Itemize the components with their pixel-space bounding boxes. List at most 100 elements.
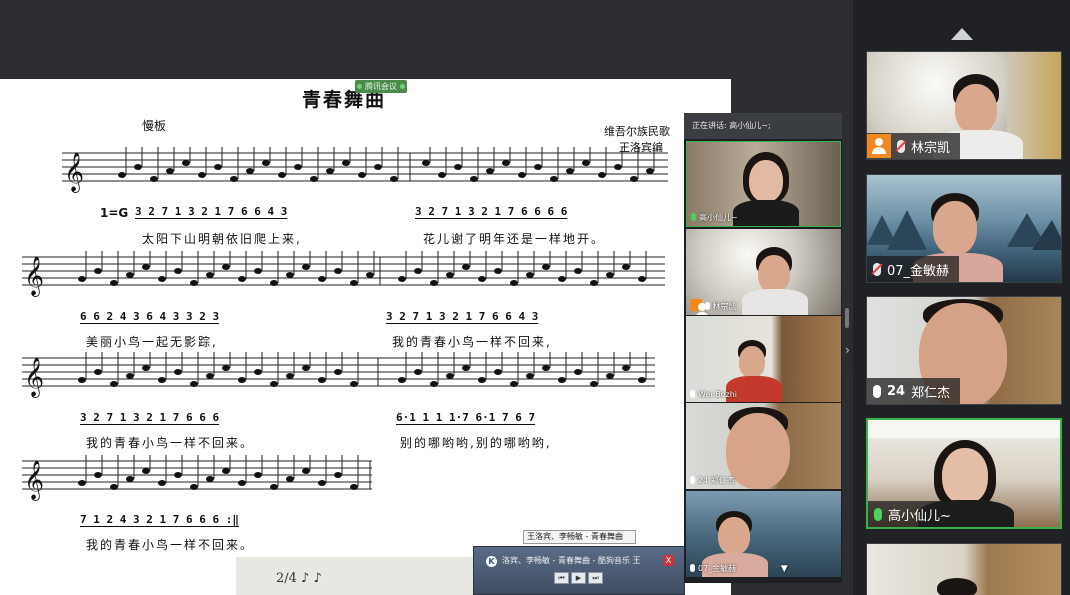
note-head: [78, 480, 86, 486]
meeting-share-tag[interactable]: 腾讯会议: [355, 80, 407, 93]
note-head: [390, 176, 398, 182]
close-icon[interactable]: X: [663, 555, 674, 566]
note-head: [510, 381, 518, 387]
note-head: [182, 160, 190, 166]
note-head: [294, 164, 302, 170]
lyrics-line: 我的青春小鸟一样不回来。: [86, 538, 255, 552]
note-head: [486, 168, 494, 174]
participant-name: 24 郑仁杰: [698, 476, 735, 485]
note-head: [190, 280, 198, 286]
note-head: [254, 472, 262, 478]
note-head: [478, 276, 486, 282]
note-head: [350, 280, 358, 286]
media-player-popup[interactable]: K 洛宾、李畅敏 - 青春舞曲 - 酷狗音乐 王 X ⏮ ▶ ⏭: [473, 546, 685, 595]
jianpu-line: 7 1 2 4 3 2 1 7 6 6 6 :‖: [80, 513, 239, 526]
note-head: [342, 160, 350, 166]
float-video-tile[interactable]: 林宗凯: [686, 229, 841, 315]
note-head: [366, 272, 374, 278]
note-head: [542, 365, 550, 371]
note-head: [142, 365, 150, 371]
treble-clef-icon: 𝄞: [24, 357, 44, 398]
note-head: [430, 381, 438, 387]
note-head: [334, 268, 342, 274]
note-head: [318, 276, 326, 282]
note-head: [270, 484, 278, 490]
video-tile-active-speaker[interactable]: 高小仙儿~: [866, 418, 1062, 529]
note-head: [190, 484, 198, 490]
float-video-tile[interactable]: Wei Bozhi: [686, 316, 841, 402]
note-head: [502, 160, 510, 166]
paper-underneath: 2/4 ♪ ♪: [236, 557, 476, 595]
float-tile-label: 林宗凯: [690, 299, 737, 315]
note-head: [494, 268, 502, 274]
note-head: [646, 168, 654, 174]
note-head: [302, 365, 310, 371]
mic-icon: [690, 390, 695, 398]
note-head: [422, 160, 430, 166]
mic-speaking-icon: [874, 507, 882, 521]
video-tile[interactable]: 07_金敏赫: [866, 174, 1062, 283]
note-head: [614, 164, 622, 170]
note-head: [430, 280, 438, 286]
note-head: [270, 381, 278, 387]
jianpu-line: 3 2 7 1 3 2 1 7 6 6 4 3: [135, 205, 288, 218]
key-signature: 1=G: [100, 206, 129, 220]
note-head: [126, 476, 134, 482]
play-icon[interactable]: ▶: [571, 572, 586, 584]
float-video-tile[interactable]: 07_金敏赫 ▼: [686, 491, 841, 577]
previous-track-icon[interactable]: ⏮: [554, 572, 569, 584]
jianpu-line: 3 2 7 1 3 2 1 7 6 6 6: [80, 411, 220, 424]
lyrics-line: 别的哪哟哟,别的哪哟哟,: [400, 436, 552, 450]
note-head: [206, 272, 214, 278]
participant-label: 07_金敏赫: [867, 256, 960, 282]
treble-clef-icon: 𝄞: [64, 152, 84, 193]
note-head: [334, 472, 342, 478]
video-tile[interactable]: 24 郑仁杰: [866, 296, 1062, 405]
note-head: [158, 480, 166, 486]
note-head: [454, 164, 462, 170]
float-tile-label: 24 郑仁杰: [690, 475, 735, 486]
floating-video-panel[interactable]: 正在讲话: 高小仙儿~; 高小仙儿~ 林宗凯 Wei Bozhi 24 郑仁杰 …: [684, 113, 842, 583]
video-tile[interactable]: 林宗凯: [866, 51, 1062, 160]
note-head: [158, 377, 166, 383]
note-head: [246, 168, 254, 174]
float-panel-scrollbar[interactable]: [845, 308, 849, 328]
note-head: [254, 268, 262, 274]
note-head: [198, 172, 206, 178]
note-head: [638, 276, 646, 282]
note-head: [534, 164, 542, 170]
note-head: [606, 373, 614, 379]
float-tile-label: 高小仙儿~: [691, 212, 738, 223]
chevron-right-icon[interactable]: ›: [842, 330, 853, 370]
note-head: [414, 268, 422, 274]
note-head: [126, 373, 134, 379]
note-head: [446, 373, 454, 379]
float-video-tile[interactable]: 高小仙儿~: [686, 141, 841, 227]
participant-name: 高小仙儿~: [888, 508, 951, 524]
note-head: [374, 164, 382, 170]
note-head: [326, 168, 334, 174]
scroll-up-icon[interactable]: [951, 28, 973, 40]
note-head: [438, 172, 446, 178]
note-head: [94, 369, 102, 375]
note-head: [206, 476, 214, 482]
note-head: [510, 280, 518, 286]
note-head: [118, 172, 126, 178]
next-track-icon[interactable]: ⏭: [588, 572, 603, 584]
participant-number: 24: [887, 383, 906, 399]
note-head: [398, 377, 406, 383]
mic-icon: [690, 564, 695, 572]
chevron-down-icon[interactable]: ▼: [781, 564, 788, 574]
note-head: [254, 369, 262, 375]
note-head: [110, 381, 118, 387]
participant-name: 郑仁杰: [911, 385, 951, 401]
float-video-tile[interactable]: 24 郑仁杰: [686, 403, 841, 489]
note-head: [462, 264, 470, 270]
video-tile[interactable]: [866, 543, 1062, 595]
participant-name: 林宗凯: [911, 140, 951, 156]
note-head: [550, 176, 558, 182]
note-head: [222, 264, 230, 270]
note-head: [158, 276, 166, 282]
note-head: [286, 373, 294, 379]
participant-sidebar: 林宗凯 07_金敏赫 24 郑仁杰 高小仙儿~: [853, 0, 1070, 595]
